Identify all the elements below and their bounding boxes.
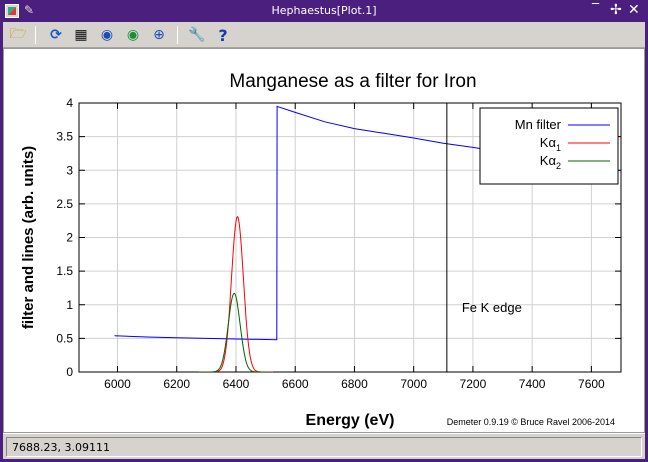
open-icon[interactable]: 🗁 bbox=[8, 25, 28, 45]
y-tick-label: 2 bbox=[66, 231, 73, 245]
x-tick-label: 7000 bbox=[400, 377, 427, 391]
y-tick-label: 3.5 bbox=[56, 130, 73, 144]
y-axis-label: filter and lines (arb. units) bbox=[20, 146, 37, 329]
legend-entry: Mn filter bbox=[515, 117, 562, 132]
x-tick-label: 7200 bbox=[460, 377, 487, 391]
x-tick-label: 6000 bbox=[104, 377, 131, 391]
x-tick-label: 6600 bbox=[282, 377, 309, 391]
chart-title: Manganese as a filter for Iron bbox=[229, 71, 476, 92]
y-tick-label: 2.5 bbox=[56, 197, 73, 211]
grid-icon[interactable]: ▦ bbox=[71, 25, 91, 45]
y-tick-label: 4 bbox=[66, 96, 73, 110]
y-tick-label: 0.5 bbox=[56, 331, 73, 345]
toolbar: 🗁 ⟳ ▦ ◉ ◉ ⊕ 🔧 ? bbox=[3, 22, 645, 48]
close-icon[interactable]: ✕ bbox=[628, 2, 640, 18]
legend[interactable]: Mn filterKα1Kα2 bbox=[479, 107, 619, 185]
zoom-icon[interactable]: ⊕ bbox=[149, 25, 169, 45]
y-tick-label: 0 bbox=[66, 365, 73, 379]
coordinates-readout: 7688.23, 3.09111 bbox=[6, 437, 642, 457]
application-window: ✎ Hephaestus[Plot.1] ‾ ✢ ✕ 🗁 ⟳ ▦ ◉ ◉ ⊕ 🔧… bbox=[0, 0, 648, 462]
x-axis-label: Energy (eV) bbox=[306, 412, 395, 429]
status-bar: 7688.23, 3.09111 bbox=[3, 433, 645, 459]
y-tick-label: 1.5 bbox=[56, 264, 73, 278]
refresh-icon[interactable]: ⟳ bbox=[46, 25, 66, 45]
window-title: Hephaestus[Plot.1] bbox=[271, 4, 377, 17]
minimize-icon[interactable]: ‾ bbox=[592, 2, 599, 18]
credit-text: Demeter 0.9.19 © Bruce Ravel 2006-2014 bbox=[447, 417, 615, 427]
x-tick-label: 7400 bbox=[519, 377, 546, 391]
x-tick-label: 6400 bbox=[223, 377, 250, 391]
y-tick-label: 1 bbox=[66, 298, 73, 312]
help-icon[interactable]: ? bbox=[213, 25, 233, 45]
toolbar-separator bbox=[35, 26, 36, 44]
x-tick-label: 6200 bbox=[163, 377, 190, 391]
maximize-icon[interactable]: ✢ bbox=[610, 2, 622, 18]
x-tick-label: 7600 bbox=[578, 377, 605, 391]
y-tick-label: 3 bbox=[66, 163, 73, 177]
zoom-forward-icon[interactable]: ◉ bbox=[123, 25, 143, 45]
chart[interactable]: 6000 6200 6400 6600 6800 7000 7200 7400 7600 0 0.5… bbox=[4, 49, 644, 432]
title-bar[interactable]: ✎ Hephaestus[Plot.1] ‾ ✢ ✕ bbox=[0, 0, 648, 22]
x-tick-label: 6800 bbox=[341, 377, 368, 391]
toolbar-separator bbox=[177, 26, 178, 44]
series-line-1 bbox=[201, 215, 273, 372]
zoom-back-icon[interactable]: ◉ bbox=[97, 25, 117, 45]
fe-k-edge-label: Fe K edge bbox=[462, 300, 522, 315]
settings-icon[interactable]: 🔧 bbox=[187, 25, 207, 45]
plot-area[interactable]: 6000 6200 6400 6600 6800 7000 7200 7400 7600 0 0.5… bbox=[3, 48, 645, 433]
